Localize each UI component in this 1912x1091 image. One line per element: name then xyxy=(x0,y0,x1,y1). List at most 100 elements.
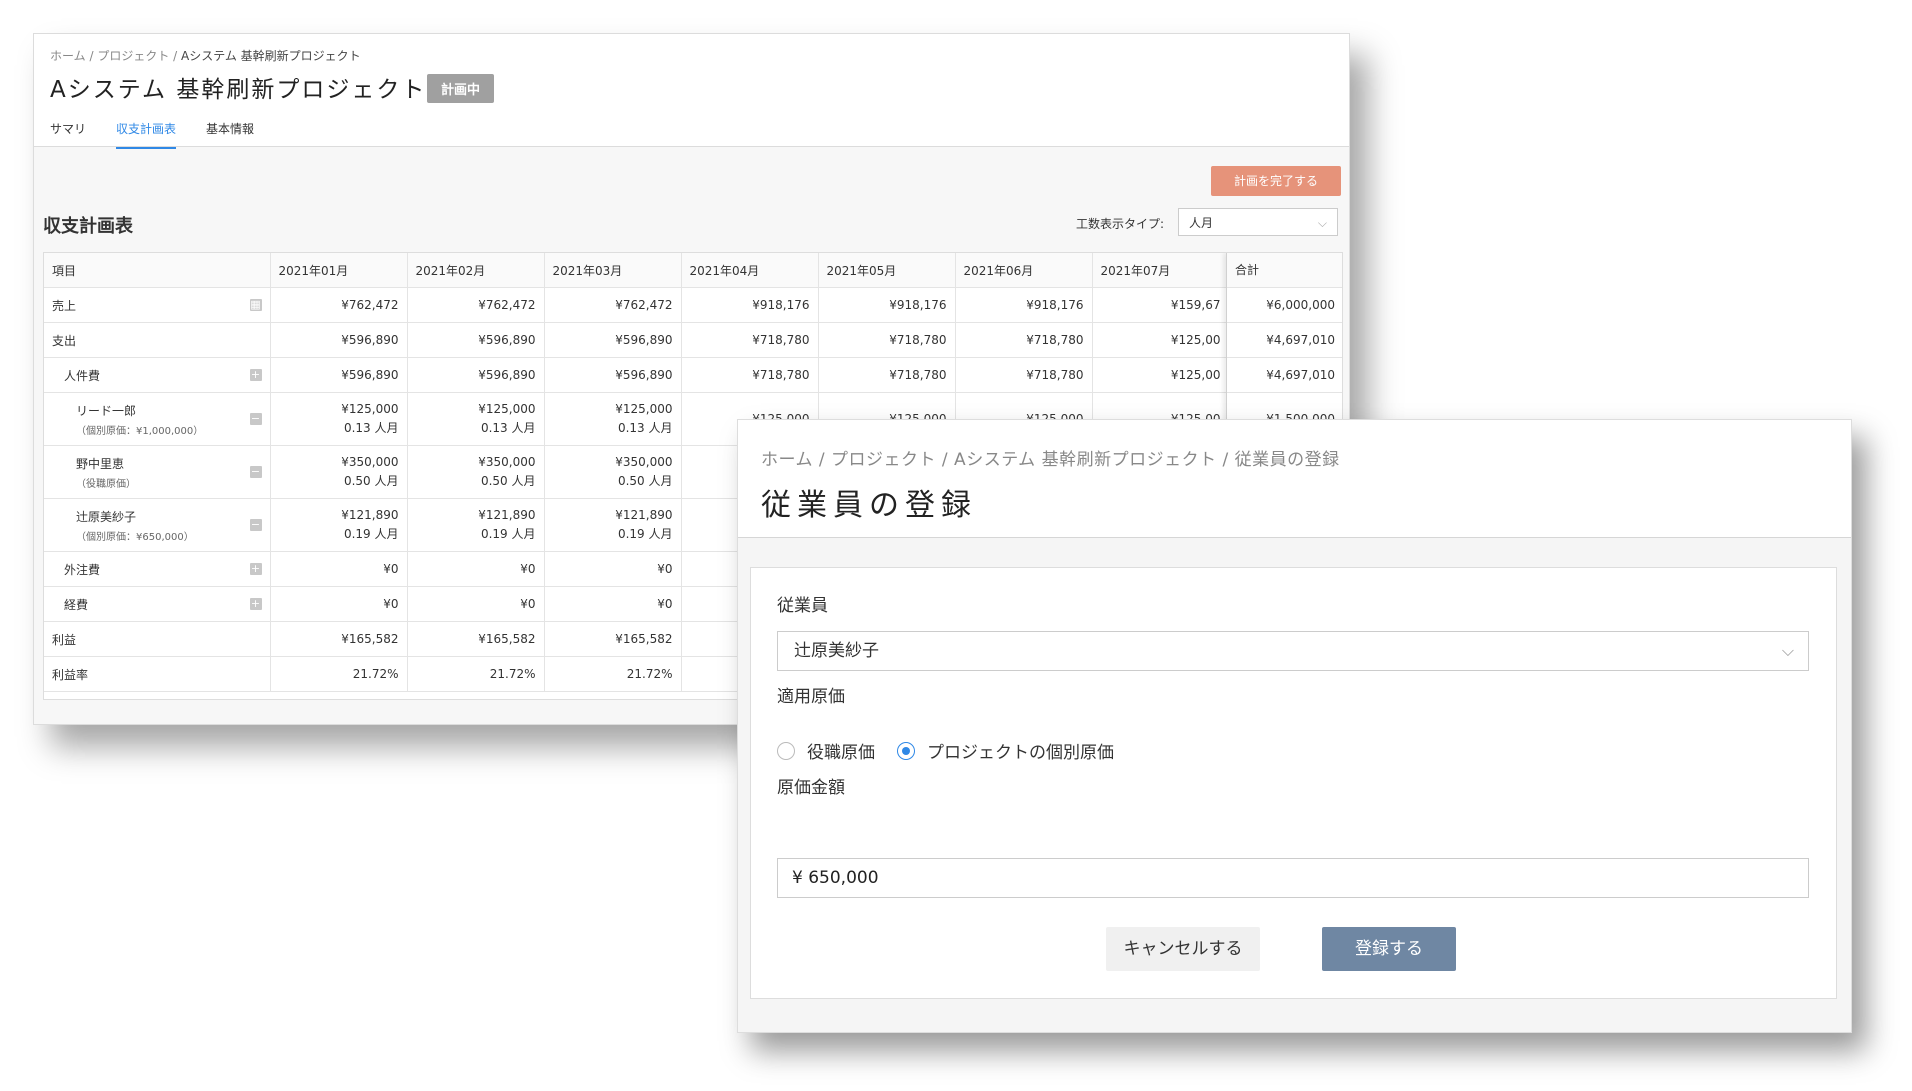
row-label-cell: 外注費 + xyxy=(44,551,271,587)
table-cell: ¥718,780 xyxy=(818,322,956,358)
row-label-cell: 経費 + xyxy=(44,586,271,622)
cell-amount: ¥350,000 xyxy=(478,455,536,469)
tab-budget-plan[interactable]: 収支計画表 xyxy=(116,120,177,149)
expand-icon[interactable]: + xyxy=(249,563,262,575)
cell-hours: 0.13 人月 xyxy=(480,421,536,435)
header-month: 2021年04月 xyxy=(681,253,819,288)
table-cell: 21.72% xyxy=(544,656,682,692)
tab-summary[interactable]: サマリ xyxy=(50,120,86,149)
header-total: 合計 xyxy=(1227,253,1342,288)
employee-select[interactable]: 辻原美紗子 ⌵ xyxy=(777,631,1809,671)
cell-amount: ¥159,67 xyxy=(1170,298,1221,312)
cell-amount: ¥121,890 xyxy=(478,508,536,522)
table-cell: ¥165,582 xyxy=(544,621,682,657)
radio-role-cost[interactable] xyxy=(777,741,795,760)
table-cell: ¥125,000 0.13 人月 xyxy=(407,392,545,446)
cell-amount: ¥718,780 xyxy=(1026,333,1084,347)
row-label: 売上 xyxy=(52,298,77,313)
breadcrumb-projects[interactable]: プロジェクト xyxy=(97,49,169,63)
collapse-icon[interactable]: − xyxy=(249,519,262,531)
cell-amount: 21.72% xyxy=(489,667,536,681)
cell-amount: ¥121,890 xyxy=(341,508,399,522)
header-month: 2021年02月 xyxy=(407,253,545,288)
cell-amount: ¥0 xyxy=(383,597,399,611)
table-cell: ¥762,472 xyxy=(270,287,408,323)
breadcrumb-home[interactable]: ホーム xyxy=(50,49,86,63)
table-cell: ¥596,890 xyxy=(407,357,545,393)
register-button[interactable]: 登録する xyxy=(1322,927,1456,971)
cancel-button[interactable]: キャンセルする xyxy=(1106,927,1260,971)
table-cell: 21.72% xyxy=(270,656,408,692)
tab-basic-info[interactable]: 基本情報 xyxy=(206,120,254,149)
table-cell: ¥125,000 0.13 人月 xyxy=(270,392,408,446)
hours-type-label: 工数表示タイプ: xyxy=(1076,217,1165,231)
table-cell: ¥718,780 xyxy=(955,322,1093,358)
row-label-cell: 利益 xyxy=(44,621,271,657)
table-cell: ¥596,890 xyxy=(407,322,545,358)
cell-amount: ¥918,176 xyxy=(752,298,810,312)
cell-amount: ¥125,000 xyxy=(615,402,673,416)
table-cell: ¥0 xyxy=(544,551,682,587)
row-label: 支出 xyxy=(52,333,77,348)
table-cell: ¥121,890 0.19 人月 xyxy=(270,498,408,552)
table-row: 売上 ▦ ¥762,472 ¥762,472 ¥762,472 ¥918,176 ¥918,… xyxy=(44,287,1230,323)
radio-project-cost[interactable] xyxy=(897,741,915,760)
total-cell: ¥6,000,000 xyxy=(1227,288,1342,323)
cell-amount: ¥718,780 xyxy=(889,333,947,347)
complete-plan-button[interactable]: 計画を完了する xyxy=(1211,166,1341,196)
header-month: 2021年05月 xyxy=(818,253,956,288)
page-title: Aシステム 基幹刷新プロジェクト xyxy=(50,77,427,103)
cell-amount: ¥762,472 xyxy=(478,298,536,312)
row-label-cell: 利益率 xyxy=(44,656,271,692)
collapse-icon[interactable]: − xyxy=(249,413,262,425)
cost-amount-label: 原価金額 xyxy=(777,778,845,798)
radio-project-cost-label[interactable]: プロジェクトの個別原価 xyxy=(927,738,1114,763)
cell-hours: 0.19 人月 xyxy=(343,527,399,541)
cell-amount: ¥165,582 xyxy=(615,632,673,646)
collapse-icon[interactable]: − xyxy=(249,466,262,478)
table-cell: ¥0 xyxy=(270,551,408,587)
cell-amount: ¥0 xyxy=(657,597,673,611)
table-cell: ¥125,000 0.13 人月 xyxy=(544,392,682,446)
cell-amount: ¥596,890 xyxy=(478,368,536,382)
expand-icon[interactable]: + xyxy=(249,598,262,610)
header-month: 2021年01月 xyxy=(270,253,408,288)
cell-amount: ¥350,000 xyxy=(341,455,399,469)
table-cell: ¥718,780 xyxy=(681,357,819,393)
cell-amount: ¥918,176 xyxy=(1026,298,1084,312)
radio-role-cost-label[interactable]: 役職原価 xyxy=(807,738,875,763)
hours-type-value: 人月 xyxy=(1189,216,1214,230)
cost-amount-input[interactable]: ¥ 650,000 xyxy=(777,858,1809,898)
cell-amount: ¥121,890 xyxy=(615,508,673,522)
table-cell: ¥596,890 xyxy=(270,322,408,358)
cell-amount: ¥0 xyxy=(520,597,536,611)
tab-bar: サマリ 収支計画表 基本情報 xyxy=(50,120,254,149)
breadcrumb: ホーム / プロジェクト / Aシステム 基幹刷新プロジェクト xyxy=(50,49,361,63)
table-cell: ¥718,780 xyxy=(818,357,956,393)
cell-amount: ¥125,00 xyxy=(1170,368,1221,382)
table-cell: ¥762,472 xyxy=(544,287,682,323)
cell-amount: ¥0 xyxy=(520,562,536,576)
row-label-cell: 野中里恵 （役職原価） − xyxy=(44,445,271,499)
calculator-icon[interactable]: ▦ xyxy=(249,299,262,311)
table-cell: ¥125,00 xyxy=(1092,357,1230,393)
cell-amount: ¥350,000 xyxy=(615,455,673,469)
cell-amount: ¥596,890 xyxy=(341,368,399,382)
chevron-down-icon: ⌵ xyxy=(1317,216,1327,230)
header-month: 2021年07月 xyxy=(1092,253,1230,288)
cell-amount: ¥718,780 xyxy=(752,333,810,347)
cost-type-radio-group: 役職原価 プロジェクトの個別原価 xyxy=(777,738,1114,763)
table-header-row: 項目 2021年01月 2021年02月 2021年03月 2021年04月 2… xyxy=(44,253,1230,288)
hours-type-select[interactable]: 人月 ⌵ xyxy=(1178,208,1338,236)
cell-amount: ¥165,582 xyxy=(478,632,536,646)
table-cell: ¥0 xyxy=(544,586,682,622)
cell-amount: ¥762,472 xyxy=(615,298,673,312)
expand-icon[interactable]: + xyxy=(249,369,262,381)
table-cell: ¥596,890 xyxy=(544,357,682,393)
row-label: 外注費 xyxy=(64,562,101,577)
cell-amount: ¥125,00 xyxy=(1170,333,1221,347)
chevron-down-icon: ⌵ xyxy=(1781,641,1794,660)
table-row: 人件費 + ¥596,890 ¥596,890 ¥596,890 ¥718,780 ¥718… xyxy=(44,357,1230,393)
breadcrumb[interactable]: ホーム / プロジェクト / Aシステム 基幹刷新プロジェクト / 従業員の登録 xyxy=(761,445,1340,470)
table-cell: ¥125,00 xyxy=(1092,322,1230,358)
